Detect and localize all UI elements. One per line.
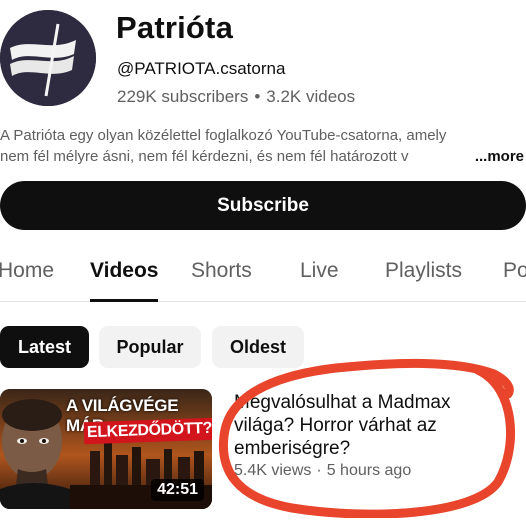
channel-name: Patrióta (116, 10, 234, 45)
channel-stats: 229K subscribers • 3.2K videos (117, 87, 355, 107)
description-line-2: nem fél mélyre ásni, nem fél kérdezni, é… (0, 146, 526, 167)
tab-live[interactable]: Live (300, 259, 339, 283)
video-age: 5 hours ago (326, 462, 412, 479)
filter-chip-latest[interactable]: Latest (0, 326, 89, 368)
channel-avatar[interactable] (0, 10, 96, 106)
filter-chip-popular[interactable]: Popular (99, 326, 201, 368)
video-thumbnail[interactable]: A VILÁGVÉGE MÁR ELKEZDŐDÖTT? 42:51 (0, 389, 212, 509)
stats-separator: • (254, 87, 261, 106)
tab-playlists[interactable]: Playlists (385, 259, 462, 283)
channel-description[interactable]: A Patrióta egy olyan közélettel foglalko… (0, 125, 526, 167)
channel-handle: @PATRIOTA.csatorna (117, 59, 286, 78)
subscriber-count: 229K subscribers (117, 87, 249, 106)
meta-separator: · (316, 462, 322, 479)
tab-shorts[interactable]: Shorts (191, 259, 252, 283)
flag-logo-icon (0, 10, 96, 106)
filter-chip-oldest[interactable]: Oldest (212, 326, 304, 368)
thumbnail-title-line-2: ELKEZDŐDÖTT? (83, 417, 212, 445)
video-views: 5.4K views (234, 462, 312, 479)
channel-tabs: Home Videos Shorts Live Playlists Po (0, 250, 526, 302)
more-link[interactable]: ...more (448, 146, 524, 167)
video-title[interactable]: Megvalósulhat a Madmax világa? Horror vá… (234, 391, 504, 460)
tab-home[interactable]: Home (0, 259, 54, 283)
description-line-2-text: nem fél mélyre ásni, nem fél kérdezni, é… (0, 148, 409, 165)
tab-videos[interactable]: Videos (90, 259, 158, 283)
description-line-1: A Patrióta egy olyan közélettel foglalko… (0, 127, 447, 144)
video-count: 3.2K videos (266, 87, 356, 106)
subscribe-button[interactable]: Subscribe (0, 181, 526, 230)
tab-posts[interactable]: Po (503, 259, 526, 283)
active-tab-indicator (90, 299, 158, 302)
video-meta: 5.4K views · 5 hours ago (234, 462, 411, 480)
video-duration: 42:51 (151, 479, 204, 501)
